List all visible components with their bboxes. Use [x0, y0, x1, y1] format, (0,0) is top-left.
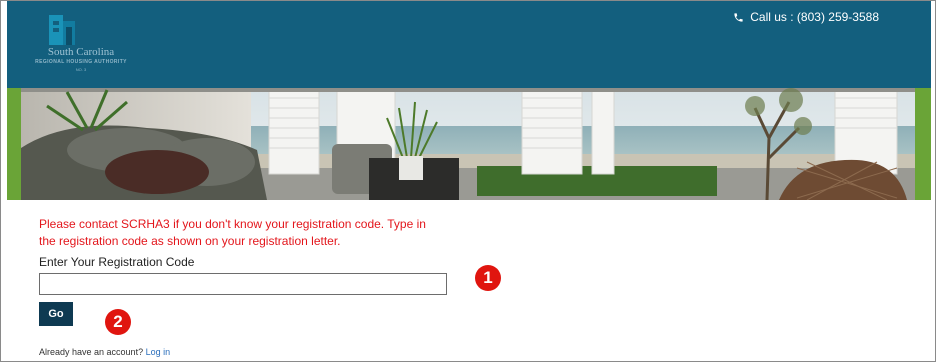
annotation-marker-2: 2 — [105, 309, 131, 335]
living-room-image — [7, 88, 931, 200]
hero-banner — [7, 88, 931, 200]
site-header: South Carolina REGIONAL HOUSING AUTHORIT… — [7, 1, 931, 88]
registration-code-label: Enter Your Registration Code — [39, 255, 195, 269]
building-logo-icon — [49, 15, 75, 45]
registration-code-input[interactable] — [39, 273, 447, 295]
phone-contact[interactable]: Call us : (803) 259-3588 — [733, 10, 879, 24]
login-prompt: Already have an account? Log in — [39, 347, 170, 357]
phone-icon — [734, 12, 743, 22]
annotation-marker-1: 1 — [475, 265, 501, 291]
login-link[interactable]: Log in — [146, 347, 171, 357]
account-prompt-text: Already have an account? — [39, 347, 144, 357]
page: South Carolina REGIONAL HOUSING AUTHORIT… — [0, 0, 936, 362]
logo-subtitle: REGIONAL HOUSING AUTHORITY — [35, 59, 127, 65]
go-button[interactable]: Go — [39, 302, 73, 326]
registration-form: Please contact SCRHA3 if you don't know … — [39, 216, 899, 357]
registration-notice: Please contact SCRHA3 if you don't know … — [39, 217, 426, 248]
site-logo[interactable]: South Carolina REGIONAL HOUSING AUTHORIT… — [21, 13, 141, 79]
logo-name: South Carolina — [47, 46, 115, 58]
logo-tagline: NO. 3 — [75, 67, 87, 72]
phone-label: Call us : (803) 259-3588 — [750, 10, 879, 24]
